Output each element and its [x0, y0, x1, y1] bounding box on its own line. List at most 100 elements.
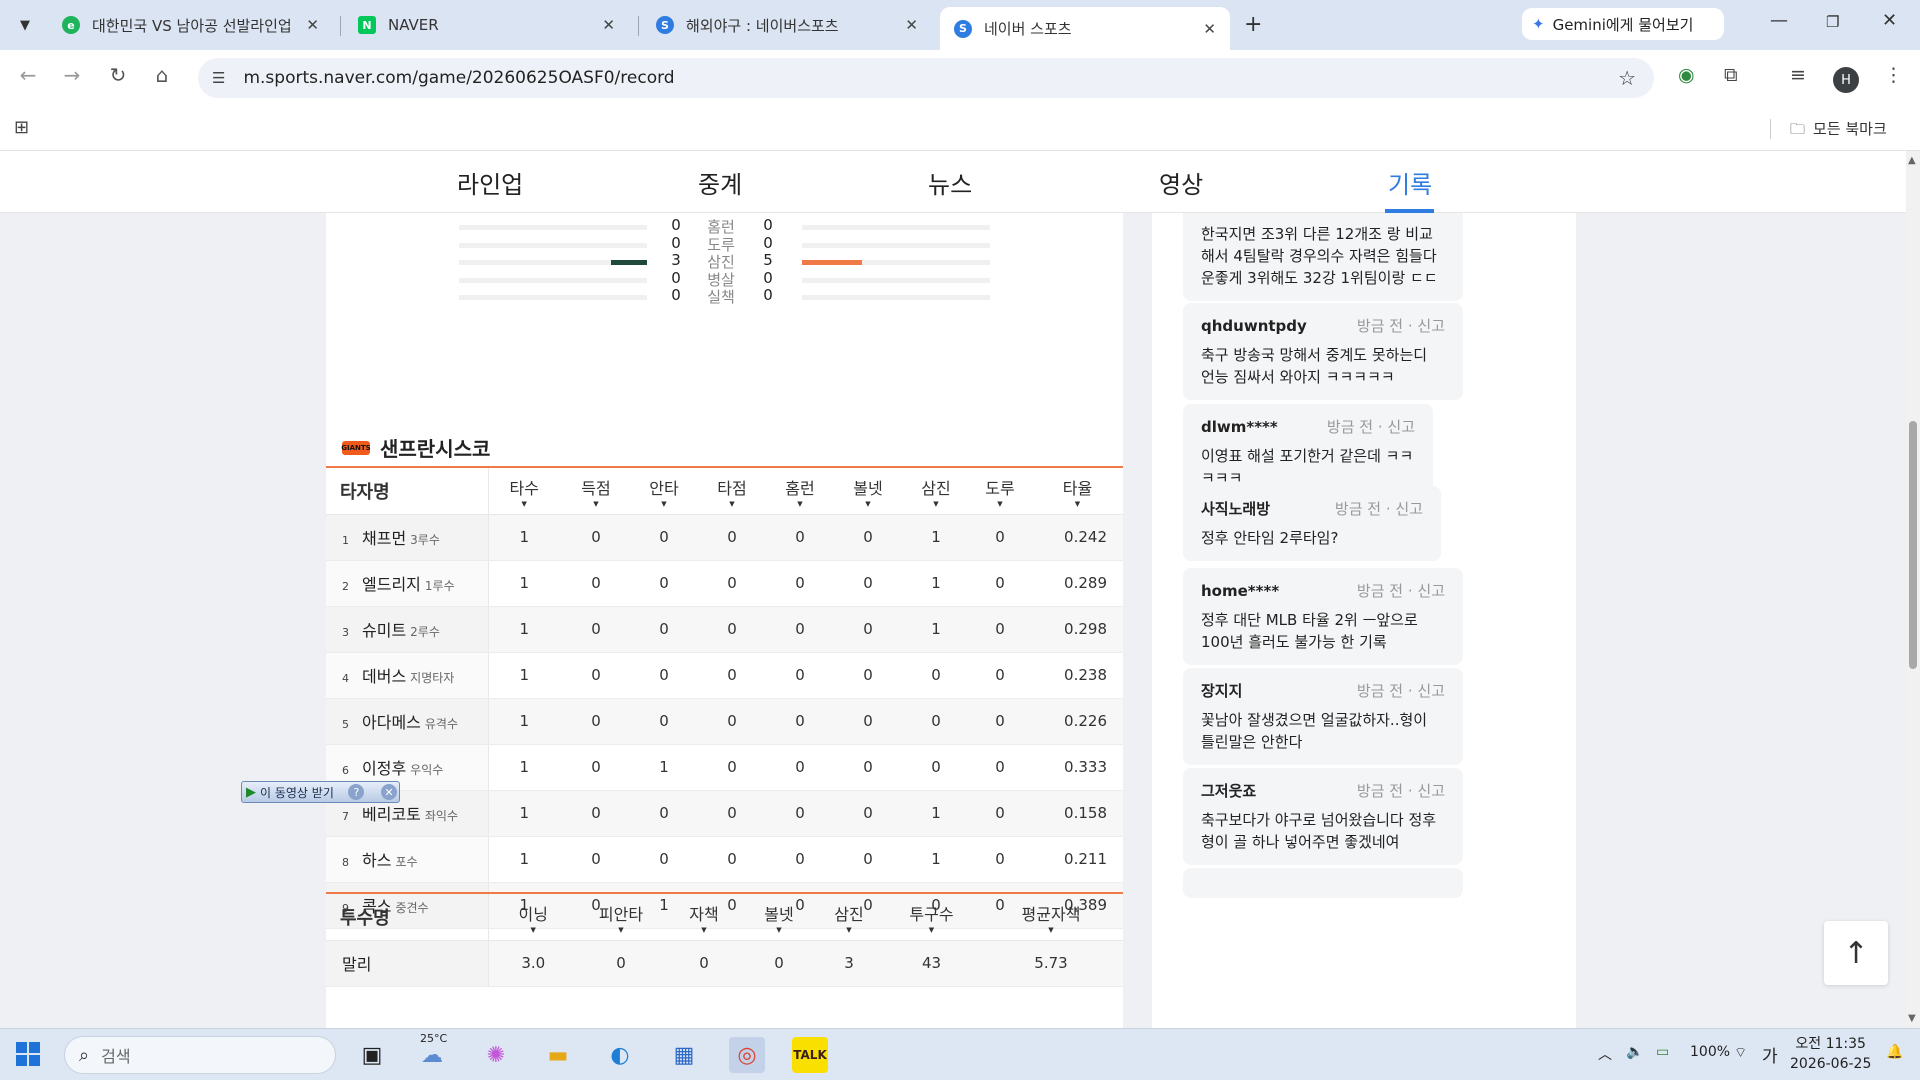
- apps-grid-icon[interactable]: ⊞: [14, 117, 29, 138]
- comment-report-link[interactable]: 신고: [1417, 317, 1445, 335]
- ime-indicator[interactable]: 가: [1762, 1042, 1778, 1067]
- tab-2-close-icon[interactable]: ✕: [905, 16, 918, 34]
- column-label: 피안타: [598, 904, 644, 924]
- copilot-icon[interactable]: ✺: [478, 1037, 514, 1073]
- tab-news[interactable]: 뉴스: [928, 165, 972, 200]
- more-menu-icon[interactable]: ⋮: [1884, 64, 1903, 86]
- player-name[interactable]: 말리: [342, 955, 371, 974]
- pitching-column-header[interactable]: 피안타 ▼: [578, 894, 664, 941]
- batting-column-header[interactable]: 득점 ▼: [560, 468, 632, 515]
- player-name[interactable]: 아다메스: [362, 713, 421, 732]
- back-arrow-icon[interactable]: ←: [14, 63, 42, 87]
- tab-1-close-icon[interactable]: ✕: [602, 16, 615, 34]
- edge-browser-icon[interactable]: ◐: [602, 1037, 638, 1073]
- new-tab-plus-icon[interactable]: +: [1244, 12, 1262, 37]
- comment-nickname[interactable]: 장지지: [1201, 680, 1242, 701]
- batting-column-header[interactable]: 타율 ▼: [1032, 468, 1123, 515]
- tab-3-active[interactable]: S 네이버 스포츠 ✕: [940, 7, 1230, 50]
- comment-report-link[interactable]: 신고: [1417, 582, 1445, 600]
- player-name[interactable]: 베리코토: [362, 805, 421, 824]
- profile-avatar[interactable]: H: [1833, 67, 1859, 93]
- comment-report-link[interactable]: 신고: [1395, 500, 1423, 518]
- battery-icon[interactable]: ▭: [1656, 1044, 1669, 1060]
- restore-icon[interactable]: ❐: [1826, 13, 1839, 31]
- comment-nickname[interactable]: home****: [1201, 582, 1279, 600]
- pitching-column-header[interactable]: 이닝 ▼: [488, 894, 578, 941]
- batting-column-header[interactable]: 홈런 ▼: [768, 468, 832, 515]
- scroll-thumb[interactable]: [1909, 421, 1917, 669]
- batting-column-header[interactable]: 도루 ▼: [968, 468, 1032, 515]
- sort-caret-icon: ▼: [530, 925, 536, 934]
- player-name[interactable]: 채프먼: [362, 529, 406, 548]
- help-icon[interactable]: ?: [348, 784, 365, 800]
- tab-lineup[interactable]: 라인업: [457, 165, 523, 200]
- comment-report-link[interactable]: 신고: [1387, 418, 1415, 436]
- comment-nickname[interactable]: 사직노래방: [1201, 498, 1270, 519]
- tab-video[interactable]: 영상: [1159, 165, 1203, 200]
- media-controls-icon[interactable]: ≡: [1790, 64, 1806, 86]
- task-view-icon[interactable]: ▣: [354, 1037, 390, 1073]
- comment-nickname[interactable]: dlwm****: [1201, 418, 1278, 436]
- chrome-icon[interactable]: ◎: [729, 1037, 765, 1073]
- scroll-up-arrow-icon[interactable]: ▲: [1908, 155, 1916, 166]
- bookmark-star-icon[interactable]: ☆: [1618, 66, 1636, 90]
- video-download-widget[interactable]: ▶ 이 동영상 받기 ? ✕: [241, 781, 400, 803]
- comment-report-link[interactable]: 신고: [1417, 782, 1445, 800]
- tab-2[interactable]: S 해외야구 : 네이버스포츠 ✕: [642, 7, 932, 43]
- wifi-icon[interactable]: ⌔: [1734, 1044, 1747, 1062]
- tab-1[interactable]: N NAVER ✕: [344, 7, 629, 43]
- file-explorer-icon[interactable]: ▬: [540, 1037, 576, 1073]
- gemini-button[interactable]: ✦ Gemini에게 물어보기: [1522, 8, 1724, 40]
- site-info-icon[interactable]: ☰: [212, 69, 225, 87]
- url-text[interactable]: m.sports.naver.com/game/20260625OASF0/re…: [243, 68, 674, 88]
- widget-close-icon[interactable]: ✕: [381, 784, 397, 800]
- scroll-down-arrow-icon[interactable]: ▼: [1908, 1013, 1916, 1024]
- page-scrollbar[interactable]: ▲ ▼: [1906, 151, 1920, 1028]
- comment-report-link[interactable]: 신고: [1417, 682, 1445, 700]
- player-name[interactable]: 하스: [362, 851, 391, 870]
- extensions-puzzle-icon[interactable]: ⧉: [1724, 64, 1738, 86]
- stat-cell: 0: [696, 836, 768, 883]
- pitching-column-header[interactable]: 평균자책 ▼: [979, 894, 1123, 941]
- comment-nickname[interactable]: qhduwntpdy: [1201, 317, 1307, 335]
- tray-overflow-icon[interactable]: ︿: [1598, 1044, 1612, 1064]
- batting-column-header[interactable]: 안타 ▼: [632, 468, 696, 515]
- pitching-column-header[interactable]: 삼진 ▼: [814, 894, 884, 941]
- all-bookmarks-button[interactable]: 🗀 모든 북마크: [1790, 118, 1887, 144]
- window-close-icon[interactable]: ✕: [1882, 10, 1897, 31]
- volume-icon[interactable]: 🔈: [1626, 1044, 1643, 1060]
- pitching-column-header[interactable]: 볼넷 ▼: [744, 894, 814, 941]
- reload-icon[interactable]: ↻: [104, 63, 132, 87]
- batting-column-header[interactable]: 타점 ▼: [696, 468, 768, 515]
- extension-globe-icon[interactable]: ◉: [1678, 64, 1695, 86]
- home-icon[interactable]: ⌂: [148, 63, 176, 87]
- tab-record[interactable]: 기록: [1388, 165, 1432, 200]
- taskbar-search[interactable]: ⌕ 검색: [64, 1036, 336, 1074]
- tab-0[interactable]: e 대한민국 VS 남아공 선발라인업 ✕: [48, 7, 333, 43]
- address-bar[interactable]: ☰ m.sports.naver.com/game/20260625OASF0/…: [198, 58, 1654, 98]
- taskbar-clock[interactable]: 오전 11:35 2026-06-25: [1790, 1034, 1871, 1074]
- stat-value-left: 0: [671, 268, 681, 287]
- player-name[interactable]: 슈미트: [362, 621, 406, 640]
- batting-column-header[interactable]: 볼넷 ▼: [832, 468, 904, 515]
- store-icon[interactable]: ▦: [666, 1037, 702, 1073]
- pitching-column-header[interactable]: 투구수 ▼: [884, 894, 979, 941]
- player-name[interactable]: 데버스: [362, 667, 406, 686]
- player-name[interactable]: 이정후: [362, 759, 406, 778]
- batting-column-header[interactable]: 타수 ▼: [488, 468, 560, 515]
- forward-arrow-icon[interactable]: →: [58, 63, 86, 87]
- scroll-to-top-button[interactable]: ↑: [1824, 921, 1888, 985]
- pitching-column-header[interactable]: 자책 ▼: [664, 894, 744, 941]
- player-name[interactable]: 엘드리지: [362, 575, 421, 594]
- minimize-icon[interactable]: —: [1770, 10, 1788, 31]
- kakaotalk-icon[interactable]: TALK: [792, 1037, 828, 1073]
- windows-start-icon[interactable]: [16, 1042, 40, 1066]
- tab-broadcast[interactable]: 중계: [698, 165, 742, 200]
- tab-3-close-icon[interactable]: ✕: [1203, 20, 1216, 38]
- comment-nickname[interactable]: 그저웃죠: [1201, 780, 1256, 801]
- tab-0-close-icon[interactable]: ✕: [306, 16, 319, 34]
- weather-cloud-icon[interactable]: ☁: [414, 1037, 450, 1073]
- batting-column-header[interactable]: 삼진 ▼: [904, 468, 968, 515]
- notification-bell-icon[interactable]: 🔔: [1886, 1044, 1903, 1060]
- tab-search-chevron-icon[interactable]: ▼: [12, 12, 38, 38]
